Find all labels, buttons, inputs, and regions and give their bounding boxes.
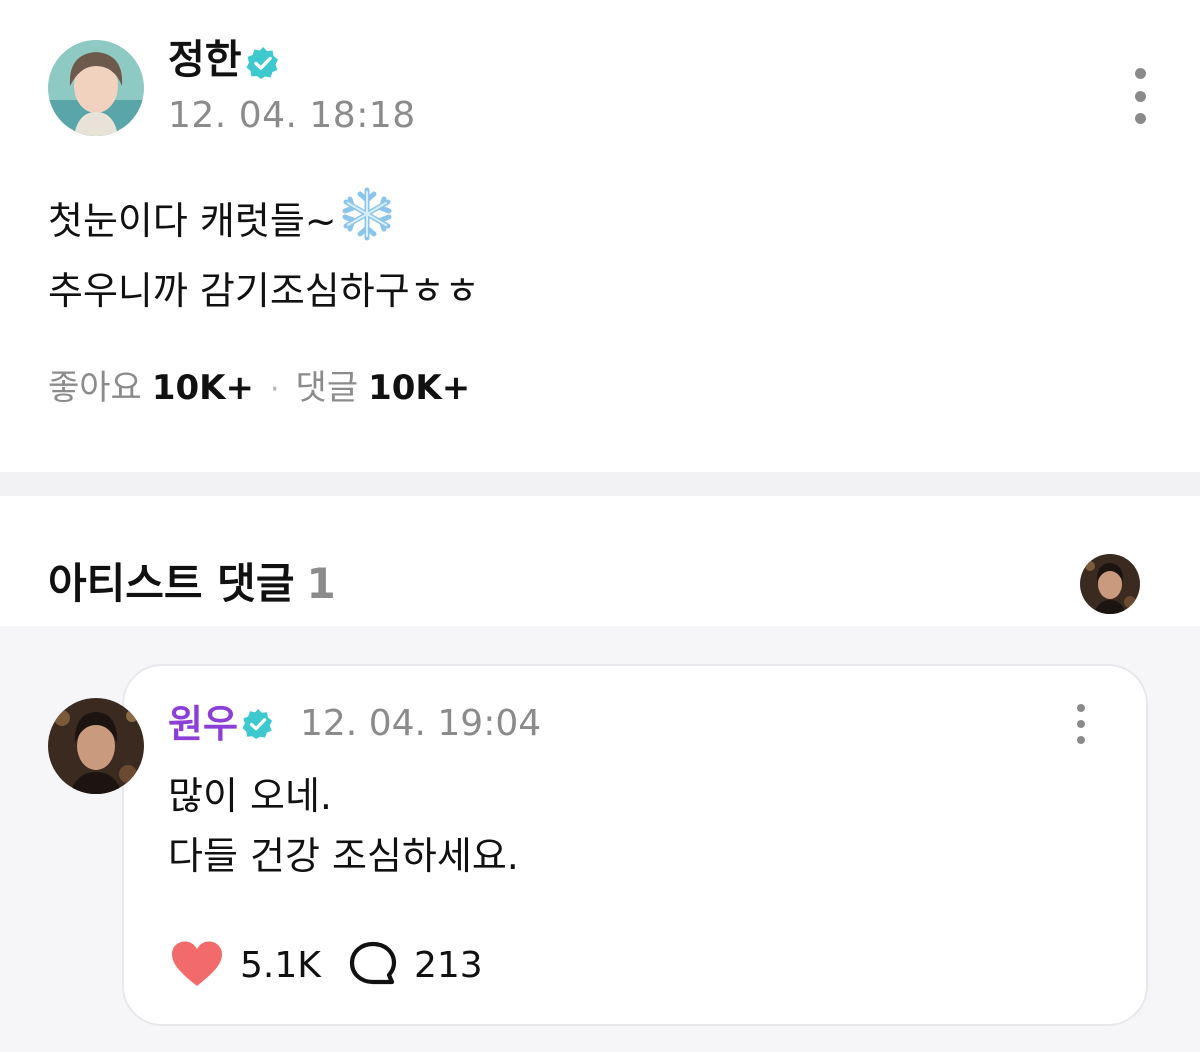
comments-label: 댓글 — [295, 368, 359, 408]
comments-count[interactable]: 10K+ — [368, 368, 470, 408]
post-body-text: 첫눈이다 캐럿들~ — [48, 199, 337, 243]
likes-label: 좋아요 — [48, 368, 142, 408]
post-more-options-button[interactable] — [1126, 68, 1154, 124]
artist-comments-count: 1 — [306, 559, 336, 608]
post-timestamp: 12. 04. 18:18 — [168, 95, 416, 136]
artist-avatar-thumbnail[interactable] — [1080, 554, 1140, 614]
comment-reply-count: 213 — [414, 945, 483, 986]
comment-like-button[interactable]: 5.1K — [170, 940, 321, 992]
heart-icon — [170, 940, 224, 992]
post-body-line: 첫눈이다 캐럿들~ — [48, 186, 480, 260]
more-dot-icon — [1077, 720, 1085, 728]
more-dot-icon — [1134, 90, 1146, 102]
comment-like-count: 5.1K — [240, 945, 321, 986]
artist-comments-title: 아티스트 댓글 1 — [48, 556, 336, 612]
author-name[interactable]: 정한 — [168, 34, 242, 86]
snowflake-icon — [339, 186, 395, 260]
comment-author-avatar[interactable] — [48, 698, 144, 794]
post-body: 첫눈이다 캐럿들~ 추우니까 감기조심하구ㅎㅎ — [48, 186, 480, 322]
comment-body-line: 다들 건강 조심하세요. — [168, 834, 519, 878]
section-title-text: 아티스트 댓글 — [48, 559, 295, 608]
post-body-text: 추우니까 감기조심하구ㅎㅎ — [48, 269, 480, 313]
more-dot-icon — [1134, 68, 1146, 79]
comment-body: 많이 오네. 다들 건강 조심하세요. — [168, 766, 519, 886]
comment-body-line: 많이 오네. — [168, 774, 332, 818]
post-card: 정한 12. 04. 18:18 첫눈이다 캐럿들~ 추우니까 감기조심하구ㅎㅎ… — [0, 0, 1200, 472]
more-dot-icon — [1077, 736, 1085, 744]
comment-timestamp: 12. 04. 19:04 — [300, 703, 542, 744]
author-avatar[interactable] — [48, 40, 144, 136]
post-body-line: 추우니까 감기조심하구ㅎㅎ — [48, 260, 480, 322]
stats-separator: · — [270, 372, 280, 407]
comment-more-options-button[interactable] — [1070, 704, 1092, 744]
comment-author-name[interactable]: 원우 — [168, 700, 238, 748]
more-dot-icon — [1134, 113, 1146, 124]
more-dot-icon — [1077, 704, 1085, 712]
speech-bubble-icon — [348, 940, 398, 992]
post-stats: 좋아요 10K+ · 댓글 10K+ — [48, 364, 470, 414]
likes-count[interactable]: 10K+ — [152, 368, 254, 408]
comment-reply-button[interactable]: 213 — [348, 940, 483, 992]
verified-badge-icon — [242, 708, 274, 744]
section-divider — [0, 472, 1200, 496]
verified-badge-icon — [246, 46, 280, 84]
